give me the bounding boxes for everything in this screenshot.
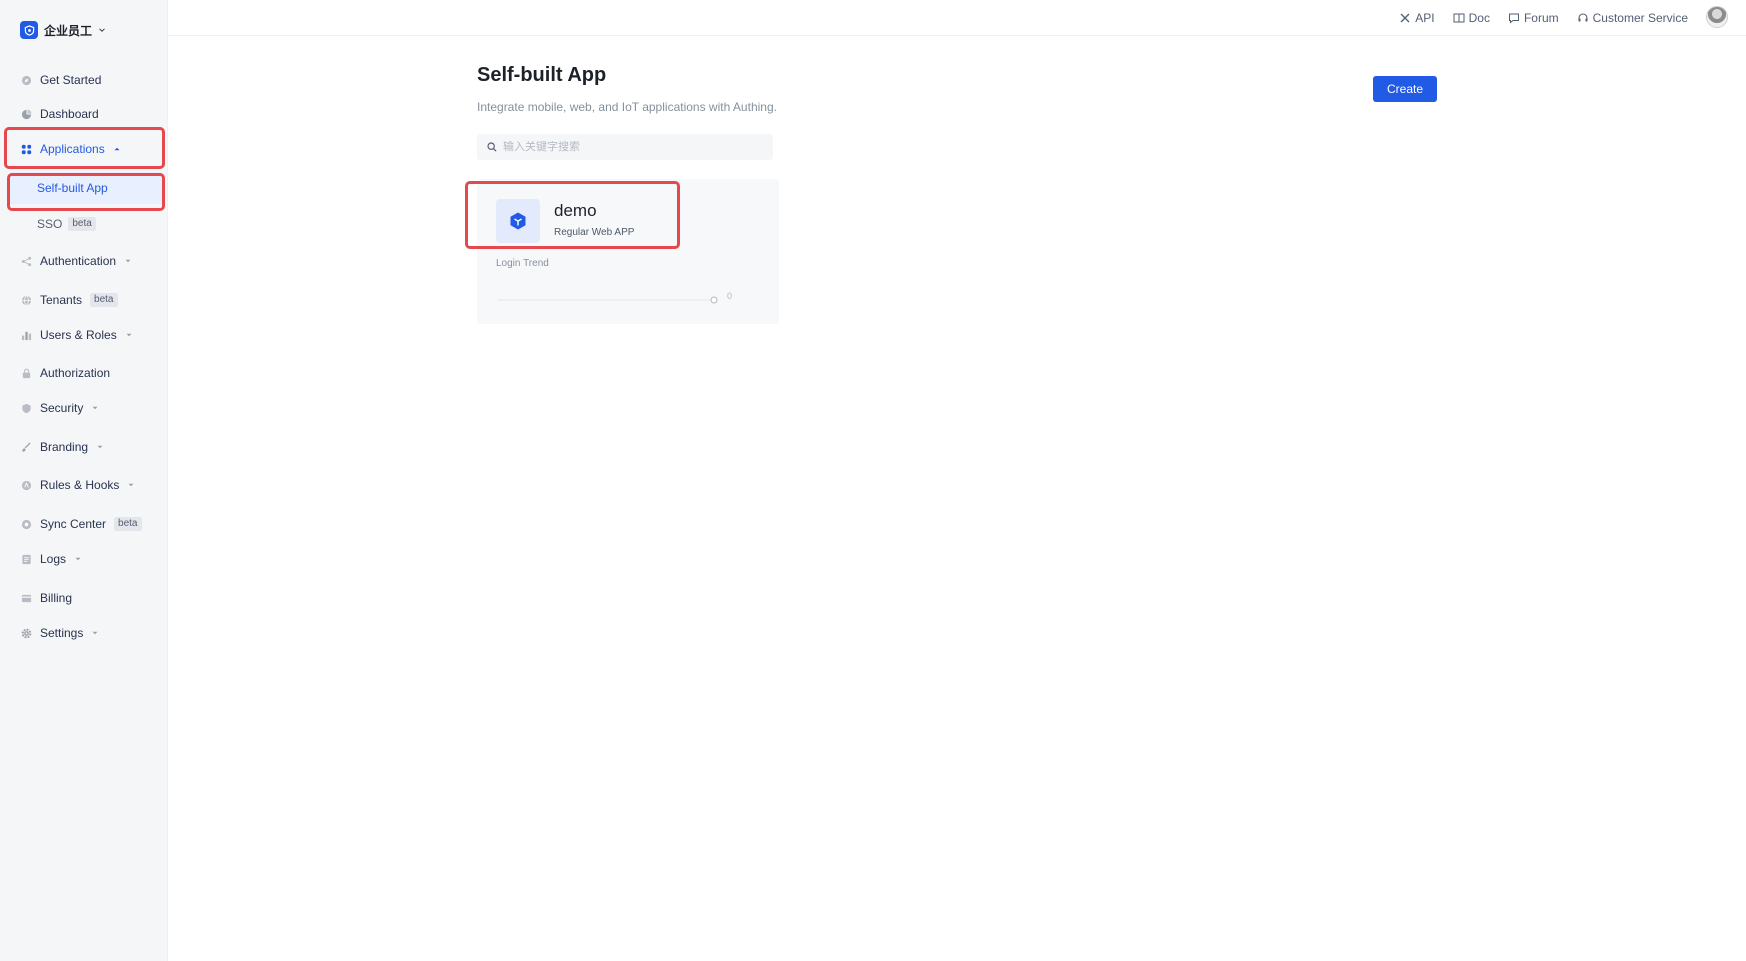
- message-icon: [1508, 13, 1519, 24]
- nav-get-started[interactable]: Get Started: [14, 64, 164, 96]
- brush-icon: [20, 441, 32, 453]
- nav-label: Branding: [40, 440, 89, 454]
- avatar[interactable]: [1706, 6, 1728, 28]
- chevron-up-icon: [114, 147, 120, 151]
- pie-chart-icon: [20, 108, 32, 120]
- nav-label: Get Started: [40, 73, 102, 87]
- search-input[interactable]: [503, 141, 763, 153]
- sidebar: 企业员工 Get Started Dashboard Applications …: [0, 0, 168, 961]
- nav-label: Settings: [40, 626, 84, 640]
- headset-icon: [1578, 13, 1588, 22]
- workspace-name: 企业员工: [44, 23, 93, 38]
- workspace-switcher[interactable]: 企业员工: [20, 20, 106, 40]
- org-chart-icon: [20, 329, 32, 341]
- login-trend-sparkline: [498, 296, 718, 304]
- log-icon: [20, 553, 32, 565]
- globe-icon: [20, 294, 32, 306]
- nav-self-built-app[interactable]: Self-built App: [10, 172, 162, 204]
- chevron-down-icon: [126, 333, 132, 337]
- top-bar: API Doc Forum Customer Service: [168, 0, 1746, 36]
- chevron-down-icon: [97, 445, 103, 449]
- nav-label: Self-built App: [37, 181, 108, 195]
- rules-icon: [20, 479, 32, 491]
- trend-value: 0: [727, 291, 733, 301]
- apps-icon: [20, 143, 32, 155]
- book-icon: [1453, 13, 1465, 23]
- chevron-down-icon: [92, 631, 98, 635]
- beta-badge: beta: [68, 217, 96, 231]
- nav-label: SSO: [37, 217, 63, 231]
- doc-link[interactable]: Doc: [1453, 11, 1490, 25]
- nav-applications[interactable]: Applications: [14, 133, 164, 165]
- nav-dashboard[interactable]: Dashboard: [14, 98, 164, 130]
- nav-label: Security: [40, 401, 84, 415]
- share-icon: [20, 255, 32, 267]
- compass-icon: [20, 74, 32, 86]
- customer-service-link-label: Customer Service: [1592, 11, 1688, 25]
- nav-label: Logs: [40, 552, 67, 566]
- shield-logo-icon: [20, 21, 38, 39]
- search-box: [477, 134, 773, 160]
- nav-label: Rules & Hooks: [40, 478, 120, 492]
- doc-link-label: Doc: [1468, 11, 1490, 25]
- nav-label: Billing: [40, 591, 73, 605]
- app-card[interactable]: demo Regular Web APP Login Trend 0: [477, 179, 779, 324]
- nav-billing[interactable]: Billing: [14, 582, 164, 614]
- api-link-label: API: [1415, 11, 1435, 25]
- nav-authorization[interactable]: Authorization: [14, 357, 164, 389]
- app-type: Regular Web APP: [554, 227, 635, 238]
- shield-icon: [20, 402, 32, 414]
- forum-link[interactable]: Forum: [1508, 11, 1559, 25]
- app-root: 企业员工 Get Started Dashboard Applications …: [0, 0, 1746, 961]
- nav-label: Applications: [40, 142, 105, 156]
- chevron-down-icon: [99, 28, 105, 32]
- nav-security[interactable]: Security: [14, 392, 164, 424]
- nav-users-roles[interactable]: Users & Roles: [14, 319, 164, 351]
- page-title: Self-built App: [477, 64, 607, 86]
- create-button[interactable]: Create: [1373, 76, 1437, 102]
- nav-label: Dashboard: [40, 107, 99, 121]
- nav-branding[interactable]: Branding: [14, 431, 164, 463]
- sync-icon: [20, 518, 32, 530]
- chevron-down-icon: [125, 259, 131, 263]
- beta-badge: beta: [90, 293, 118, 307]
- top-links: API Doc Forum Customer Service: [1399, 0, 1688, 36]
- lock-icon: [20, 367, 32, 379]
- nav-settings[interactable]: Settings: [14, 617, 164, 649]
- api-link[interactable]: API: [1399, 11, 1435, 25]
- nav-label: Authentication: [40, 254, 117, 268]
- nav-tenants[interactable]: Tenants beta: [14, 284, 164, 316]
- beta-badge: beta: [114, 517, 142, 531]
- billing-icon: [20, 592, 32, 604]
- forum-link-label: Forum: [1523, 11, 1559, 25]
- customer-service-link[interactable]: Customer Service: [1577, 11, 1688, 25]
- nav-sso[interactable]: SSO beta: [10, 208, 162, 240]
- nav-label: Sync Center: [40, 517, 107, 531]
- api-icon: [1400, 13, 1410, 23]
- page-subtitle: Integrate mobile, web, and IoT applicati…: [477, 100, 777, 114]
- nav-authentication[interactable]: Authentication: [14, 245, 164, 277]
- nav-logs[interactable]: Logs: [14, 543, 164, 575]
- nav-label: Users & Roles: [40, 328, 117, 342]
- cube-icon: [496, 199, 540, 243]
- nav-rules-hooks[interactable]: Rules & Hooks: [14, 469, 164, 501]
- chevron-down-icon: [128, 483, 134, 487]
- nav-label: Tenants: [40, 293, 83, 307]
- chevron-down-icon: [92, 406, 98, 410]
- chevron-down-icon: [75, 557, 81, 561]
- search-icon: [487, 142, 497, 152]
- gear-icon: [20, 627, 32, 639]
- trend-label: Login Trend: [496, 258, 549, 269]
- nav-sync-center[interactable]: Sync Center beta: [14, 508, 164, 540]
- nav-label: Authorization: [40, 366, 111, 380]
- app-name: demo: [554, 201, 597, 220]
